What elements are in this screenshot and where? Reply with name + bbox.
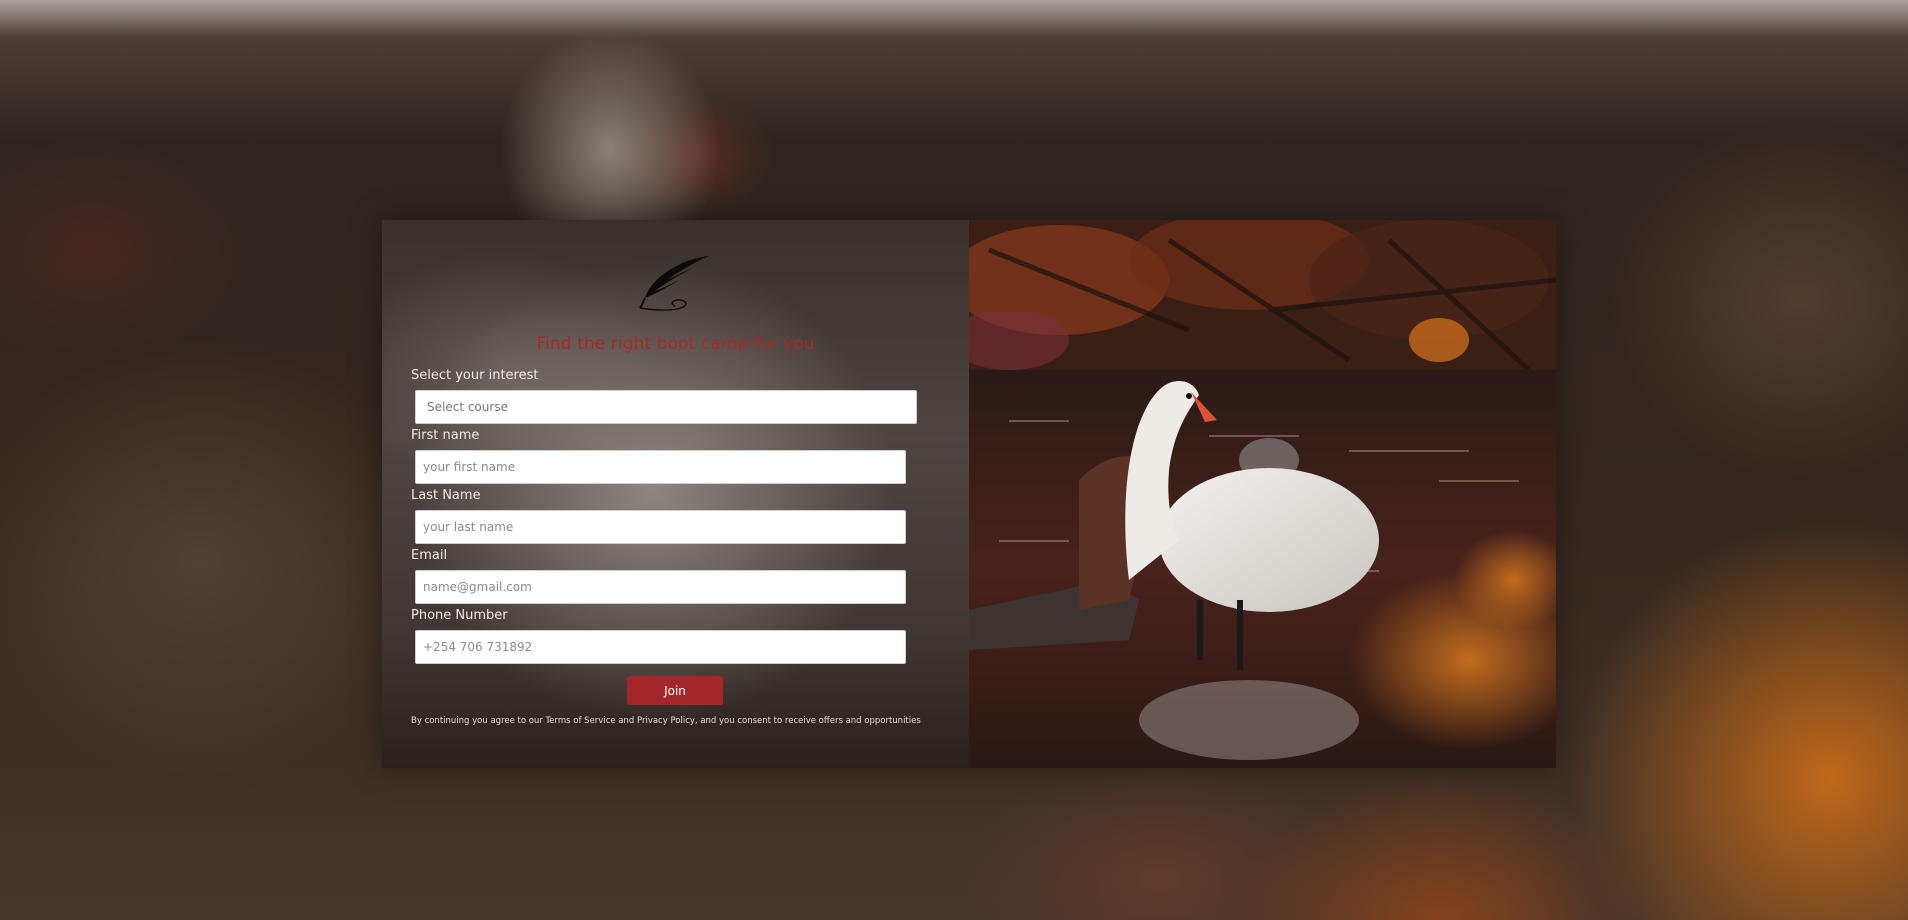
- signup-form: Find the right boot camp for you Select …: [382, 220, 969, 768]
- phone-label: Phone Number: [411, 608, 508, 623]
- signup-card: Find the right boot camp for you Select …: [382, 220, 1556, 768]
- form-title: Find the right boot camp for you: [536, 334, 815, 354]
- course-select[interactable]: Select course: [415, 390, 917, 424]
- join-button[interactable]: Join: [627, 676, 723, 705]
- email-label: Email: [411, 548, 448, 563]
- interest-label: Select your interest: [411, 368, 539, 383]
- swan-photo-illustration: [969, 220, 1556, 768]
- last-name-field[interactable]: [415, 510, 906, 544]
- phone-field[interactable]: [415, 630, 906, 664]
- quill-feather-icon: [639, 256, 709, 311]
- email-field[interactable]: [415, 570, 906, 604]
- first-name-field[interactable]: [415, 450, 906, 484]
- last-name-label: Last Name: [411, 488, 481, 503]
- first-name-label: First name: [411, 428, 480, 443]
- swan-photo: [969, 220, 1556, 768]
- terms-disclaimer: By continuing you agree to our Terms of …: [411, 716, 921, 726]
